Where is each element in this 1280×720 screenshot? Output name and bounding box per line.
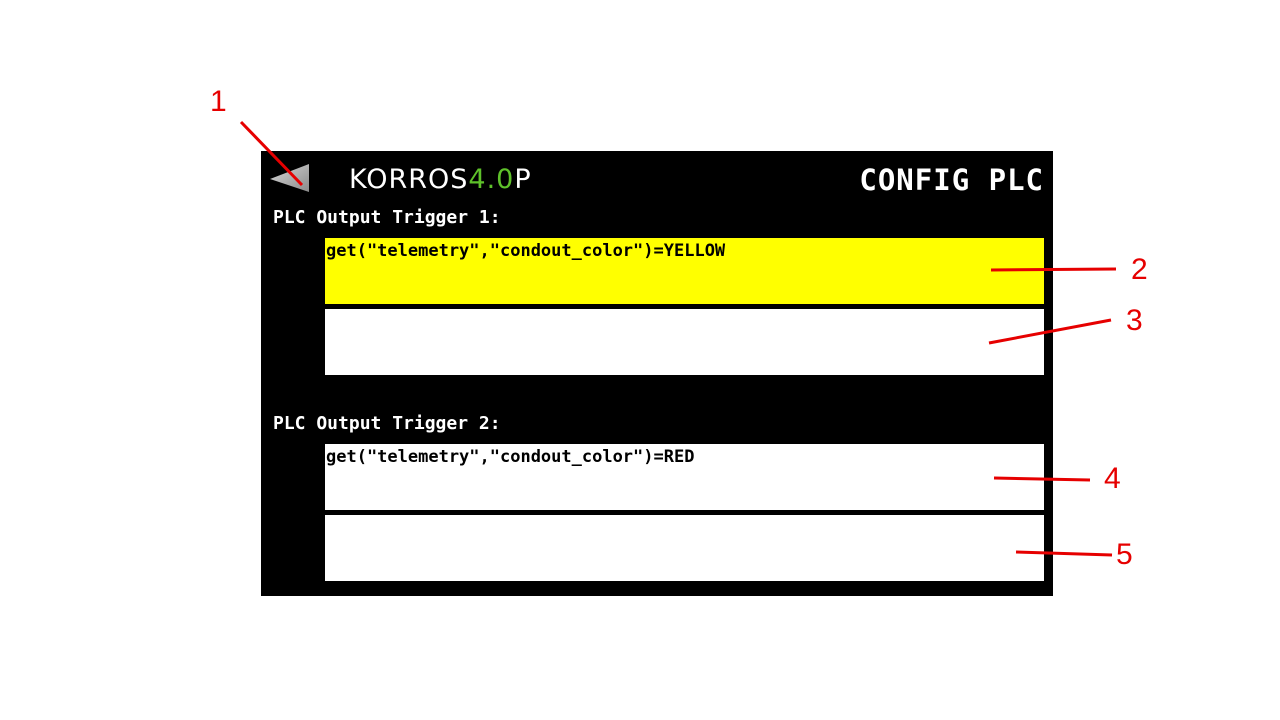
callout-line-3 [988,318,1112,345]
annotation-number-5: 5 [1116,538,1133,571]
annotation-number-4: 4 [1104,462,1121,495]
callout-line-4 [993,476,1091,482]
annotation-number-3: 3 [1126,304,1143,337]
annotation-number-1: 1 [210,85,227,118]
callout-line-2 [990,267,1117,272]
annotation-lines [239,120,1117,557]
callout-line-5 [1015,550,1113,557]
callout-line-1 [239,120,304,187]
annotation-number-2: 2 [1131,253,1148,286]
